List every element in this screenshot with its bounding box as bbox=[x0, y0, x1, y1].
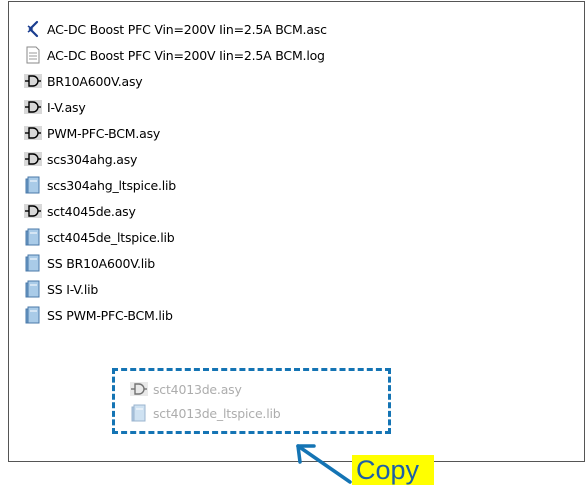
file-name: SS PWM-PFC-BCM.lib bbox=[47, 307, 173, 323]
file-list: AC-DC Boost PFC Vin=200V Iin=2.5A BCM.as… bbox=[24, 16, 327, 328]
list-item[interactable]: PWM-PFC-BCM.asy bbox=[24, 120, 327, 146]
file-name: sct4013de.asy bbox=[153, 381, 242, 397]
file-name: I-V.asy bbox=[47, 99, 86, 115]
file-name: PWM-PFC-BCM.asy bbox=[47, 125, 161, 141]
list-item[interactable]: AC-DC Boost PFC Vin=200V Iin=2.5A BCM.as… bbox=[24, 16, 327, 42]
dragged-item[interactable]: sct4013de.asy bbox=[130, 377, 280, 401]
symbol-file-icon bbox=[130, 380, 148, 398]
list-item[interactable]: I-V.asy bbox=[24, 94, 327, 120]
ltspice-schematic-icon bbox=[24, 20, 42, 38]
library-file-icon bbox=[24, 254, 42, 272]
dragged-files: sct4013de.asy sct4013de_ltspice.lib bbox=[130, 377, 281, 425]
library-file-icon bbox=[24, 228, 42, 246]
list-item[interactable]: SS BR10A600V.lib bbox=[24, 250, 327, 276]
symbol-file-icon bbox=[24, 150, 42, 168]
file-name: sct4045de_ltspice.lib bbox=[47, 229, 175, 245]
file-name: AC-DC Boost PFC Vin=200V Iin=2.5A BCM.lo… bbox=[47, 47, 325, 63]
list-item[interactable]: sct4045de.asy bbox=[24, 198, 327, 224]
file-name: sct4045de.asy bbox=[47, 203, 136, 219]
library-file-icon bbox=[24, 306, 42, 324]
list-item[interactable]: sct4045de_ltspice.lib bbox=[24, 224, 327, 250]
symbol-file-icon bbox=[24, 202, 42, 220]
list-item[interactable]: scs304ahg_ltspice.lib bbox=[24, 172, 327, 198]
file-name: scs304ahg.asy bbox=[47, 151, 138, 167]
copy-annotation: Copy bbox=[352, 455, 434, 485]
file-name: BR10A600V.asy bbox=[47, 73, 143, 89]
list-item[interactable]: BR10A600V.asy bbox=[24, 68, 327, 94]
dragged-item[interactable]: sct4013de_ltspice.lib bbox=[130, 401, 281, 425]
library-file-icon bbox=[24, 176, 42, 194]
file-name: SS I-V.lib bbox=[47, 281, 99, 297]
symbol-file-icon bbox=[24, 124, 42, 142]
file-name: scs304ahg_ltspice.lib bbox=[47, 177, 177, 193]
list-item[interactable]: SS I-V.lib bbox=[24, 276, 327, 302]
arrow-icon bbox=[296, 444, 352, 484]
file-name: SS BR10A600V.lib bbox=[47, 255, 156, 271]
file-name: sct4013de_ltspice.lib bbox=[153, 405, 281, 421]
symbol-file-icon bbox=[24, 72, 42, 90]
list-item[interactable]: scs304ahg.asy bbox=[24, 146, 327, 172]
library-file-icon bbox=[24, 280, 42, 298]
file-name: AC-DC Boost PFC Vin=200V Iin=2.5A BCM.as… bbox=[47, 21, 327, 37]
library-file-icon bbox=[130, 404, 148, 422]
list-item[interactable]: SS PWM-PFC-BCM.lib bbox=[24, 302, 327, 328]
text-document-icon bbox=[24, 46, 42, 64]
symbol-file-icon bbox=[24, 98, 42, 116]
list-item[interactable]: AC-DC Boost PFC Vin=200V Iin=2.5A BCM.lo… bbox=[24, 42, 327, 68]
